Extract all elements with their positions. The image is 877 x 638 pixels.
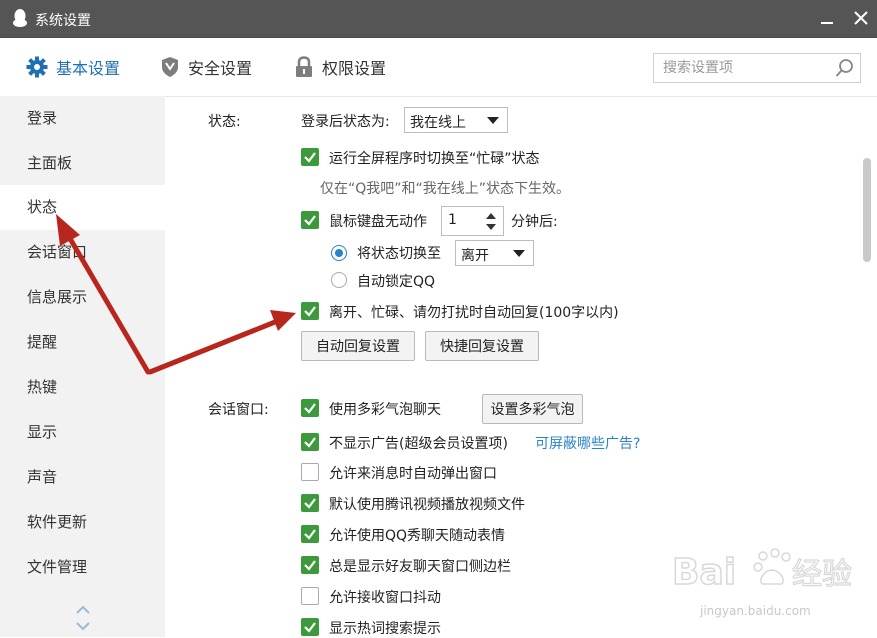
arrow-to-status-item	[56, 214, 151, 375]
annotation-arrows	[56, 214, 296, 375]
arrow-to-auto-reply	[147, 310, 296, 375]
